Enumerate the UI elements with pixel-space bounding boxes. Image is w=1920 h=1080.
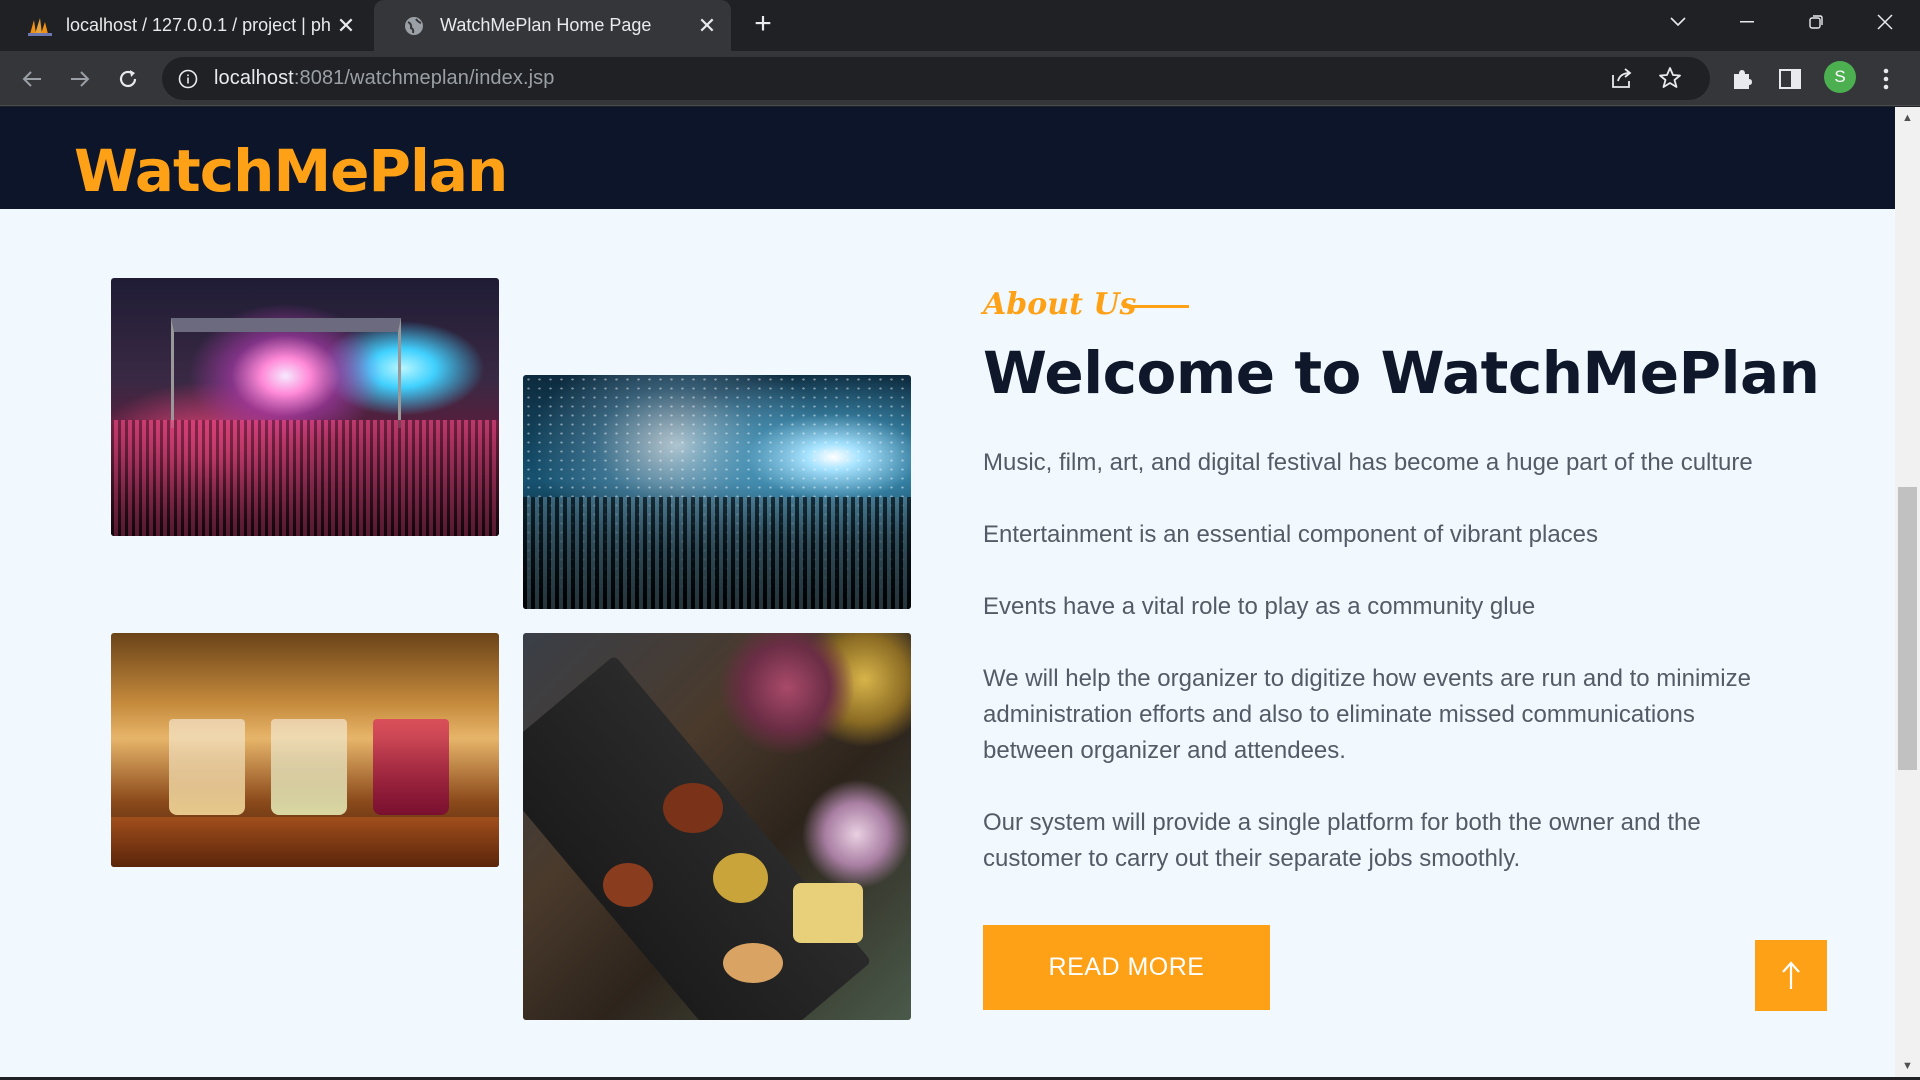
browser-toolbar: localhost:8081/watchmeplan/index.jsp [0,51,1920,106]
food-platter-image [523,633,911,1020]
cocktail-glass [271,719,347,815]
back-arrow-icon[interactable] [16,63,48,95]
back-to-top-button[interactable] [1755,940,1827,1011]
cocktails-image [111,633,499,867]
menu-kebab-icon[interactable] [1870,63,1902,95]
tab-title: WatchMePlan Home Page [440,15,652,35]
profile-avatar[interactable]: S [1824,61,1856,93]
reload-icon[interactable] [112,63,144,95]
side-panel-icon[interactable] [1774,63,1806,95]
bookmark-star-icon[interactable] [1658,66,1682,95]
read-more-button[interactable]: READ MORE [983,925,1270,1010]
tab-phpmyadmin[interactable]: localhost / 127.0.0.1 / project | ph ✕ [0,0,370,51]
phpmyadmin-favicon-icon [28,14,52,38]
about-underline [1123,305,1189,308]
concert-confetti-image [523,375,911,609]
cocktail-glass [169,719,245,815]
festival-stage-image [111,278,499,536]
arrow-up-icon [1782,960,1800,989]
stage-shape [171,318,401,428]
tab-watchmeplan[interactable]: WatchMePlan Home Page ✕ [374,0,731,51]
url-host: localhost [214,67,294,89]
about-us-label: About Us [983,287,1137,322]
about-paragraph: We will help the organizer to digitize h… [983,665,1751,764]
crowd-shape [523,496,911,609]
about-paragraph: Entertainment is an essential component … [983,521,1599,548]
extensions-puzzle-icon[interactable] [1726,63,1758,95]
about-paragraph: Music, film, art, and digital festival h… [983,449,1753,476]
bar-counter [111,817,499,867]
cocktail-glass [373,719,449,815]
crowd-shape [111,419,499,536]
restore-icon[interactable] [1786,0,1846,44]
close-window-icon[interactable] [1855,0,1915,44]
forward-arrow-icon[interactable] [64,63,96,95]
scrollbar-thumb[interactable] [1898,487,1917,770]
close-tab-icon[interactable]: ✕ [693,12,721,40]
minimize-icon[interactable] [1717,0,1777,44]
close-tab-icon[interactable]: ✕ [332,12,360,40]
tab-strip: localhost / 127.0.0.1 / project | ph ✕ W… [0,0,1920,51]
new-tab-button[interactable]: + [748,9,778,40]
address-bar[interactable]: localhost:8081/watchmeplan/index.jsp [162,57,1710,100]
scroll-up-arrow-icon[interactable]: ▲ [1899,110,1916,127]
url-path: :8081/watchmeplan/index.jsp [293,67,555,89]
tab-search-icon[interactable] [1648,0,1708,44]
info-icon[interactable] [178,69,198,89]
food-item [713,853,768,903]
scroll-down-arrow-icon[interactable]: ▼ [1899,1058,1916,1075]
about-paragraph: Our system will provide a single platfor… [983,809,1701,872]
share-icon[interactable] [1610,67,1634,94]
site-header: WatchMePlan [0,107,1895,209]
url-text: localhost:8081/watchmeplan/index.jsp [214,67,554,90]
globe-icon [402,14,426,38]
food-item [663,783,723,833]
serving-board [523,655,872,1020]
site-logo[interactable]: WatchMePlan [74,137,508,205]
tab-title: localhost / 127.0.0.1 / project | ph [66,15,331,35]
food-item [793,883,863,943]
page-viewport: WatchMePlan About Us Welcome to WatchMeP… [0,107,1895,1080]
welcome-heading: Welcome to WatchMePlan [983,339,1820,407]
food-item [603,863,653,907]
about-paragraph: Events have a vital role to play as a co… [983,593,1536,620]
food-item [723,943,783,983]
